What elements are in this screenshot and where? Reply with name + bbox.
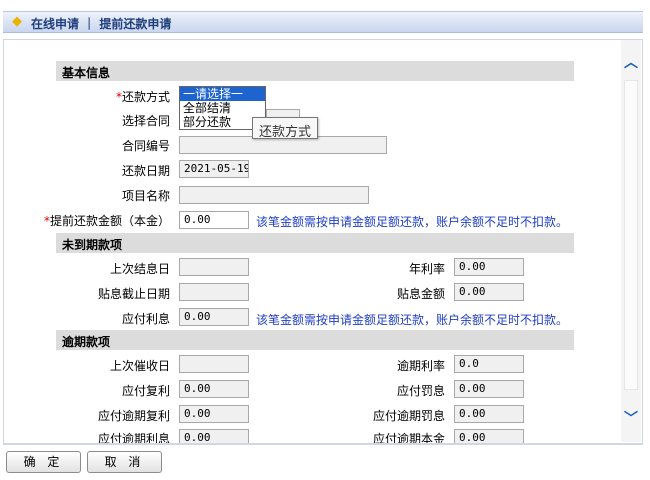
annual-rate-field[interactable]: 0.00	[454, 258, 524, 276]
select-contract-label: 选择合同	[121, 114, 170, 128]
annual-rate-label: 年利率	[408, 262, 445, 276]
star-icon: ◆	[12, 14, 22, 29]
prepay-amount-field[interactable]: 0.00	[179, 211, 249, 229]
cancel-button[interactable]: 取 消	[87, 451, 162, 473]
compound-label: 应付复利	[121, 384, 170, 398]
interest-note: 该笔金额需按申请金额足额还款，账户余额不足时不扣款。	[256, 313, 569, 327]
repay-method-label: *还款方式	[115, 90, 170, 104]
chevron-up-icon[interactable]: ︿	[621, 54, 641, 72]
section-title: 未到期款项	[62, 238, 123, 252]
section-not-due: 未到期款项	[56, 233, 574, 253]
repay-date-label: 还款日期	[121, 164, 170, 178]
confirm-button[interactable]: 确 定	[6, 451, 81, 473]
prepay-note: 该笔金额需按申请金额足额还款，账户余额不足时不扣款。	[256, 215, 569, 229]
last-collect-field[interactable]	[179, 355, 249, 373]
penalty-field[interactable]: 0.00	[454, 380, 524, 398]
compound-field[interactable]: 0.00	[179, 380, 249, 398]
project-name-label: 项目名称	[121, 189, 170, 203]
section-overdue: 逾期款项	[56, 330, 574, 350]
dropdown-option[interactable]: 全部结清	[180, 101, 265, 115]
footer-divider	[3, 444, 643, 445]
scrollbar-thumb[interactable]	[624, 80, 638, 390]
vertical-scrollbar[interactable]: ︿ ﹀	[621, 40, 641, 442]
overdue-principal-label: 应付逾期本金	[372, 432, 445, 443]
overdue-compound-field[interactable]: 0.00	[179, 405, 249, 423]
section-title: 逾期款项	[62, 335, 111, 349]
last-settle-label: 上次结息日	[109, 262, 170, 276]
repay-date-field[interactable]: 2021-05-19	[179, 160, 249, 178]
overdue-compound-label: 应付逾期复利	[97, 409, 170, 423]
interest-due-label: 应付利息	[121, 312, 170, 326]
project-name-field[interactable]	[179, 186, 369, 204]
overdue-principal-field[interactable]: 0.00	[454, 429, 524, 443]
prepay-amount-label: *提前还款金额（本金）	[43, 214, 170, 228]
tooltip: 还款方式	[252, 117, 319, 140]
discount-end-label: 贴息截止日期	[97, 287, 170, 301]
contract-no-label: 合同编号	[121, 139, 170, 153]
page-title: 在线申请 ｜ 提前还款申请	[31, 17, 172, 31]
overdue-penalty-label: 应付逾期罚息	[372, 409, 445, 423]
chevron-down-icon[interactable]: ﹀	[621, 410, 641, 428]
overdue-penalty-field[interactable]: 0.00	[454, 405, 524, 423]
discount-amount-label: 贴息金额	[396, 287, 445, 301]
dropdown-option[interactable]: 一请选择一	[180, 87, 265, 101]
discount-end-field[interactable]	[179, 283, 249, 301]
section-title: 基本信息	[62, 66, 111, 80]
overdue-rate-label: 逾期利率	[396, 359, 445, 373]
overdue-rate-field[interactable]: 0.0	[454, 355, 524, 373]
interest-due-field[interactable]: 0.00	[179, 308, 249, 326]
section-basic-info: 基本信息	[56, 61, 574, 81]
discount-amount-field[interactable]: 0.00	[454, 283, 524, 301]
penalty-label: 应付罚息	[396, 384, 445, 398]
clipped-row: 应付逾期利息 0.00 应付逾期本金 0.00	[0, 428, 620, 443]
last-settle-field[interactable]	[179, 258, 249, 276]
title-bar: ◆ 在线申请 ｜ 提前还款申请	[3, 11, 643, 33]
last-collect-label: 上次催收日	[109, 359, 170, 373]
